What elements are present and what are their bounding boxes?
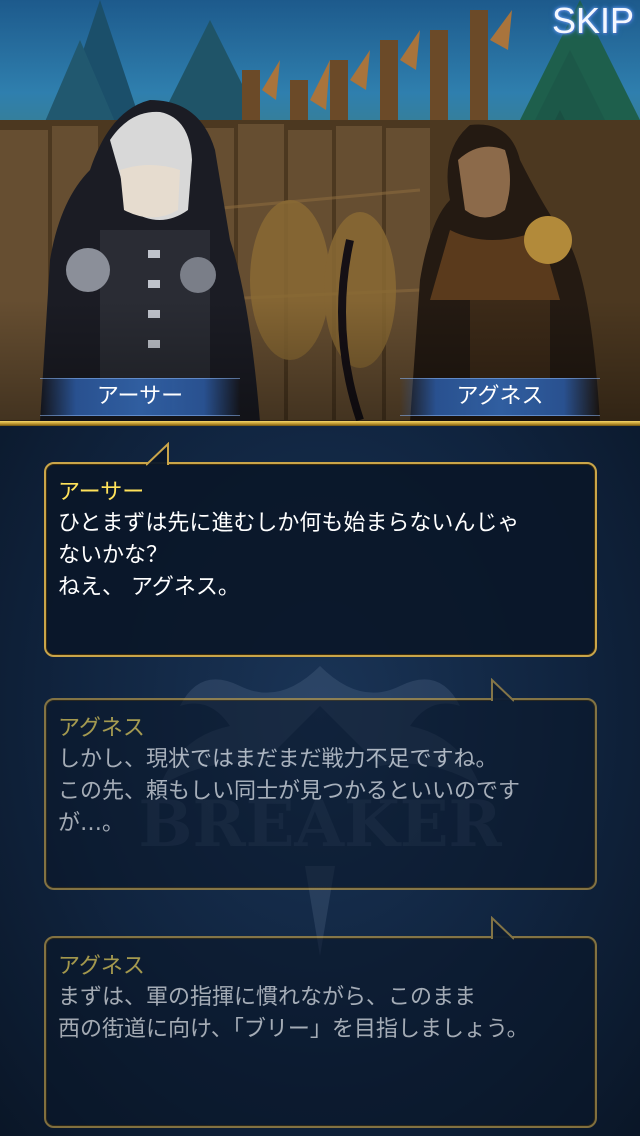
speaker-name: アグネス bbox=[58, 716, 145, 741]
dialog-log[interactable]: BREAKER アーサー ひとまずは先に進むしか何も始まらないんじゃ ないかな？… bbox=[0, 426, 640, 1136]
dialog-line: しかし、現状ではまだまだ戦力不足ですね。 bbox=[58, 747, 498, 772]
nameplate-agnes: アグネス bbox=[400, 378, 600, 416]
skip-button[interactable]: SKIP bbox=[552, 0, 634, 42]
dialog-bubble-3: アグネス まずは、軍の指揮に慣れながら、このまま 西の街道に向け、「ブリー」を目… bbox=[44, 916, 597, 1128]
dialog-line: 西の街道に向け、「ブリー」を目指しましょう。 bbox=[58, 1017, 529, 1042]
bubble-tail bbox=[491, 916, 514, 940]
forest-background bbox=[0, 0, 640, 422]
dialog-line: この先、頼もしい同士が見つかるといいのです bbox=[58, 779, 521, 804]
dialog-bubble-2: アグネス しかし、現状ではまだまだ戦力不足ですね。 この先、頼もしい同士が見つか… bbox=[44, 678, 597, 890]
bubble-tail bbox=[146, 442, 169, 466]
dialog-line: まずは、軍の指揮に慣れながら、このまま bbox=[58, 985, 477, 1010]
dialog-line: ひとまずは先に進むしか何も始まらないんじゃ bbox=[58, 511, 520, 536]
dialog-line: が…。 bbox=[58, 811, 125, 836]
dialog-line: ないかな？ bbox=[58, 543, 169, 568]
nameplate-arthur: アーサー bbox=[40, 378, 240, 416]
bubble-tail bbox=[491, 678, 514, 702]
story-scene: SKIP アーサー アグネス bbox=[0, 0, 640, 422]
speaker-name: アーサー bbox=[58, 480, 145, 505]
speaker-name: アグネス bbox=[58, 954, 145, 979]
dialog-line: ねえ、 アグネス。 bbox=[58, 575, 240, 600]
dialog-bubble-1: アーサー ひとまずは先に進むしか何も始まらないんじゃ ないかな？ ねえ、 アグネ… bbox=[44, 442, 597, 657]
